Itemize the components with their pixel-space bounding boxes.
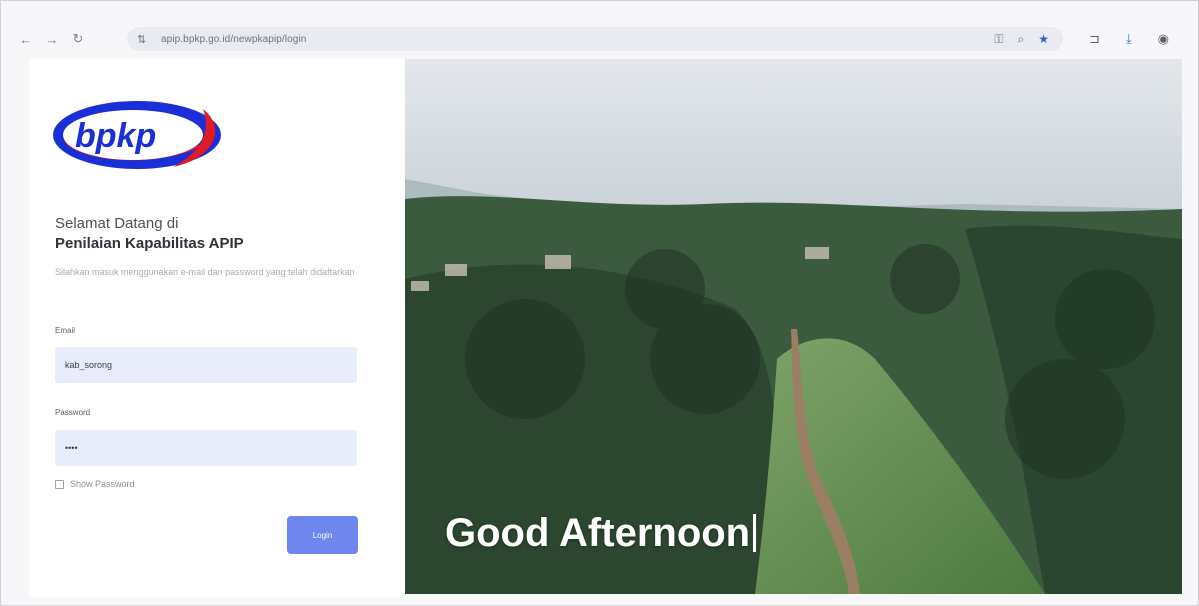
greeting-value: Good Afternoon — [445, 511, 751, 555]
site-settings-icon[interactable]: ⇅ — [137, 33, 155, 46]
show-password-label[interactable]: Show Password — [70, 479, 135, 489]
browser-window: ← → ↻ ⇅ apip.bpkp.go.id/newpkapip/login … — [0, 0, 1199, 606]
key-icon[interactable]: ⚿ — [994, 32, 1003, 47]
show-password-row[interactable]: Show Password — [55, 479, 135, 489]
forward-icon[interactable]: → — [41, 28, 63, 50]
app-title: Penilaian Kapabilitas APIP — [55, 235, 244, 252]
password-field[interactable]: •••• — [55, 430, 357, 466]
login-panel: bpkp Selamat Datang di Penilaian Kapabil… — [29, 59, 405, 597]
greeting-text: Good Afternoon — [445, 511, 757, 556]
extensions-icon[interactable]: ⊐ — [1089, 31, 1100, 47]
address-bar-actions: ⚿ ⌕ ★ — [994, 27, 1049, 51]
browser-toolbar: ← → ↻ ⇅ apip.bpkp.go.id/newpkapip/login … — [15, 23, 1187, 55]
email-value: kab_sorong — [65, 360, 113, 370]
sky — [405, 59, 1182, 219]
back-icon[interactable]: ← — [15, 28, 37, 50]
bookmark-star-icon[interactable]: ★ — [1038, 32, 1049, 46]
bpkp-logo: bpkp — [53, 101, 221, 169]
login-instruction: Silahkan masuk menggunakan e-mail dan pa… — [55, 267, 355, 277]
email-label: Email — [55, 326, 76, 335]
reload-icon[interactable]: ↻ — [67, 28, 89, 50]
login-button[interactable]: Login — [287, 516, 358, 554]
show-password-checkbox[interactable] — [55, 479, 64, 489]
password-value: •••• — [65, 443, 78, 453]
profile-icon[interactable]: ◉ — [1158, 31, 1169, 47]
password-label: Password — [55, 408, 91, 417]
zoom-icon[interactable]: ⌕ — [1018, 32, 1025, 47]
toolbar-actions: ⊐ ⤓ ◉ — [1089, 27, 1169, 51]
download-icon[interactable]: ⤓ — [1126, 31, 1132, 47]
address-url[interactable]: apip.bpkp.go.id/newpkapip/login — [161, 34, 306, 45]
email-field[interactable]: kab_sorong — [55, 347, 357, 383]
logo-text: bpkp — [75, 117, 156, 155]
welcome-text: Selamat Datang di — [55, 215, 179, 232]
hero-image: Good Afternoon — [405, 59, 1182, 594]
address-bar[interactable]: ⇅ apip.bpkp.go.id/newpkapip/login ⚿ ⌕ ★ — [127, 27, 1063, 51]
typing-caret — [753, 514, 757, 552]
